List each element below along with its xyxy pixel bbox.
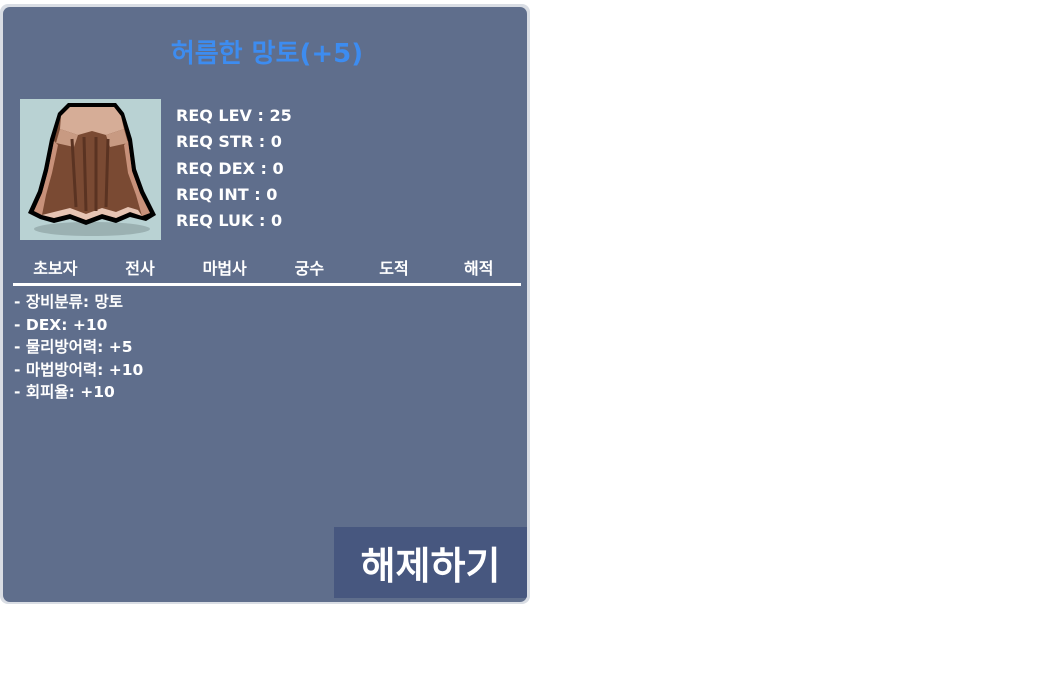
requirements-list: REQ LEV : 25 REQ STR : 0 REQ DEX : 0 REQ…: [176, 103, 292, 234]
req-luk: REQ LUK : 0: [176, 211, 283, 231]
stat-magic-defense: - 마법방어력: +10: [14, 360, 144, 379]
cape-item-image: [20, 99, 161, 240]
release-button[interactable]: 해제하기: [334, 527, 527, 598]
stat-physical-defense: - 물리방어력: +5: [14, 338, 133, 357]
brown-cape-icon: [28, 103, 156, 236]
item-tooltip-frame: 허름한 망토(+5) REQ LEV : 25 REQ STR : 0 REQ …: [0, 4, 530, 604]
item-tooltip-panel: 허름한 망토(+5) REQ LEV : 25 REQ STR : 0 REQ …: [3, 7, 527, 602]
job-archer: 궁수: [294, 259, 325, 278]
stat-dex: - DEX: +10: [14, 315, 108, 334]
job-magician: 마법사: [202, 259, 247, 278]
stat-category: - 장비분류: 망토: [14, 293, 123, 311]
job-class-row: 초보자 전사 마법사 궁수 도적 해적: [13, 255, 521, 286]
item-title: 허름한 망토(+5): [170, 39, 364, 69]
req-level: REQ LEV : 25: [176, 106, 292, 125]
job-thief: 도적: [379, 259, 409, 278]
job-beginner: 초보자: [33, 259, 78, 278]
stat-avoidability: - 회피율: +10: [14, 383, 115, 402]
req-dex: REQ DEX : 0: [176, 158, 284, 178]
item-stats-list: - 장비분류: 망토 - DEX: +10 - 물리방어력: +5 - 마법방어…: [14, 291, 143, 404]
req-int: REQ INT : 0: [176, 184, 278, 204]
req-str: REQ STR : 0: [176, 132, 282, 152]
job-pirate: 해적: [463, 259, 494, 278]
job-warrior: 전사: [125, 259, 155, 278]
